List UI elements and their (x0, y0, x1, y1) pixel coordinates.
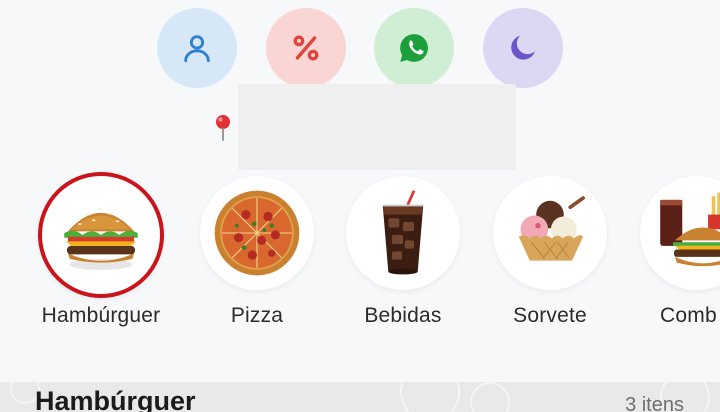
percent-icon (293, 35, 319, 61)
category-combo[interactable]: Comb (632, 172, 720, 332)
category-image-circle (640, 176, 720, 290)
decorative-pattern (470, 382, 510, 412)
category-label: Pizza (230, 304, 284, 327)
quick-actions-bar (0, 8, 720, 90)
theme-toggle-button[interactable] (483, 8, 563, 88)
user-icon (184, 35, 210, 63)
profile-button[interactable] (157, 8, 237, 88)
category-image-circle (200, 176, 314, 290)
category-label: Bebidas (364, 304, 442, 327)
category-image-circle (346, 176, 460, 290)
moon-icon (511, 35, 536, 60)
section-header: Hambúrguer 3 itens (0, 382, 720, 412)
section-title: Hambúrguer (35, 386, 196, 412)
discount-button[interactable] (266, 8, 346, 88)
category-pizza[interactable]: Pizza (192, 172, 322, 332)
delivery-location (0, 84, 720, 172)
section-item-count: 3 itens (625, 394, 684, 412)
decorative-pattern (400, 382, 460, 412)
pizza-image (214, 190, 300, 276)
whatsapp-button[interactable] (374, 8, 454, 88)
category-carousel: Hambúrguer Pizza Bebidas Sorvete Comb (0, 172, 720, 332)
category-hamburguer[interactable]: Hambúrguer (36, 172, 166, 332)
burger-image (64, 208, 138, 270)
category-label: Hambúrguer (41, 304, 161, 327)
whatsapp-icon (400, 34, 428, 62)
ice-cream-image (518, 196, 585, 261)
location-pin-icon (216, 115, 230, 141)
category-label: Comb (660, 304, 717, 327)
category-sorvete[interactable]: Sorvete (485, 172, 615, 332)
soda-image (382, 190, 424, 275)
category-image-circle (493, 176, 607, 290)
combo-image (660, 192, 720, 267)
address-placeholder[interactable] (238, 84, 516, 170)
category-label: Sorvete (513, 304, 587, 327)
category-image-circle (38, 172, 164, 298)
category-bebidas[interactable]: Bebidas (338, 172, 468, 332)
